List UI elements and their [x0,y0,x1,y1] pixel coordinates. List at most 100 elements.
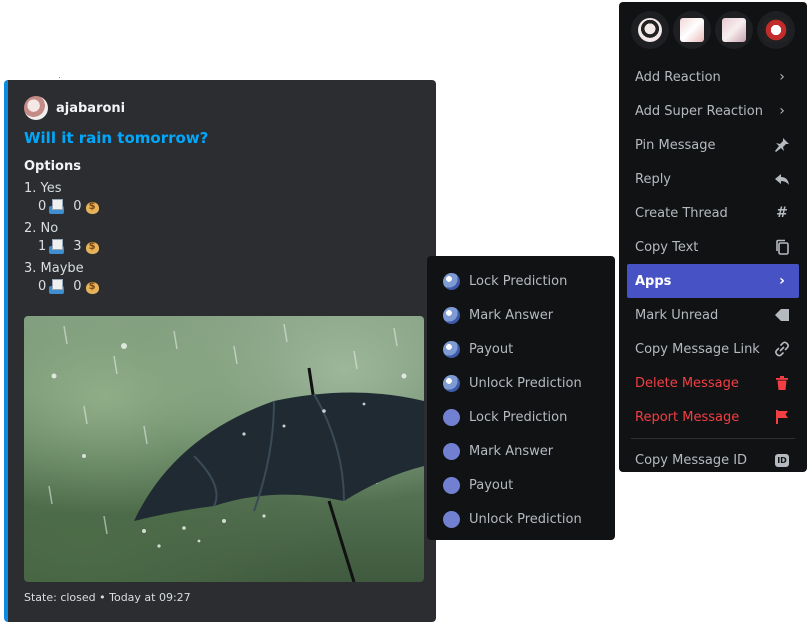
menu-copy-text[interactable]: Copy Text [627,230,799,264]
option-counts: 1 3 [38,238,109,255]
custom-emoji-icon [722,18,746,42]
app-item-label: Unlock Prediction [469,375,582,391]
chevron-right-icon: › [779,103,785,119]
option-counts: 0 0 [38,278,109,295]
menu-item-label: Copy Text [635,239,699,255]
app-item-label: Mark Answer [469,443,554,459]
ballot-box-icon [48,278,65,295]
menu-item-label: Report Message [635,409,740,425]
amount-count: 3 [73,239,82,254]
bot-avatar-icon [443,306,460,324]
option-label: 2. No [24,221,59,236]
option-label: 3. Maybe [24,261,84,276]
menu-reply[interactable]: Reply [627,162,799,196]
app-unlock-prediction[interactable]: Unlock Prediction [435,502,607,536]
mark-unread-icon [773,306,791,324]
menu-item-label: Add Reaction [635,69,721,85]
author-avatar[interactable] [24,96,48,120]
flag-icon [773,408,791,426]
app-unlock-prediction[interactable]: Unlock Prediction [435,366,607,400]
menu-copy-message-link[interactable]: Copy Message Link [627,332,799,366]
quick-reaction-button[interactable] [631,11,669,49]
menu-report-message[interactable]: Report Message [627,400,799,434]
menu-pin-message[interactable]: Pin Message [627,128,799,162]
menu-item-label: Mark Unread [635,307,719,323]
menu-divider [631,438,795,439]
app-item-label: Payout [469,477,514,493]
money-bag-icon [84,198,101,215]
ballot-box-icon [48,238,65,255]
vote-count: 1 [38,239,47,254]
menu-item-label: Add Super Reaction [635,103,763,119]
menu-create-thread[interactable]: Create Thread # [627,196,799,230]
app-payout[interactable]: Payout [435,332,607,366]
menu-mark-unread[interactable]: Mark Unread [627,298,799,332]
chevron-right-icon: › [779,273,785,289]
menu-item-label: Create Thread [635,205,728,221]
prediction-embed: ajabaroni Will it rain tomorrow? Options… [4,80,436,622]
reply-icon [773,170,791,188]
bot-avatar-icon [443,340,460,358]
chevron-right-icon: › [779,69,785,85]
menu-item-label: Copy Message Link [635,341,760,357]
ballot-box-icon [48,198,65,215]
stray-pixel [59,77,60,78]
quick-reaction-button[interactable] [673,11,711,49]
bot-avatar-icon [443,272,460,290]
menu-copy-message-id[interactable]: Copy Message ID ID [627,443,799,477]
app-item-label: Mark Answer [469,307,554,323]
menu-delete-message[interactable]: Delete Message [627,366,799,400]
id-icon: ID [773,451,791,469]
quick-reaction-button[interactable] [715,11,753,49]
blank-avatar-icon [443,408,460,426]
menu-item-label: Copy Message ID [635,452,748,468]
link-icon [773,340,791,358]
menu-item-label: Pin Message [635,137,716,153]
vote-count: 0 [38,279,47,294]
amount-count: 0 [73,279,82,294]
menu-apps[interactable]: Apps › [627,264,799,298]
blank-avatar-icon [443,442,460,460]
menu-item-label: Reply [635,171,672,187]
blank-avatar-icon [443,510,460,528]
options-field-name: Options [24,159,81,174]
umbrella-photo[interactable] [24,316,424,582]
option-label: 1. Yes [24,181,62,196]
menu-item-label: Apps [635,273,672,289]
menu-item-label: Delete Message [635,375,739,391]
menu-add-super-reaction[interactable]: Add Super Reaction › [627,94,799,128]
thread-icon: # [776,205,788,221]
embed-author: ajabaroni [24,96,125,120]
app-item-label: Payout [469,341,514,357]
app-item-label: Unlock Prediction [469,511,582,527]
trash-icon [773,374,791,392]
menu-add-reaction[interactable]: Add Reaction › [627,60,799,94]
custom-emoji-icon [638,18,662,42]
app-mark-answer[interactable]: Mark Answer [435,434,607,468]
copy-icon [773,238,791,256]
embed-footer: State: closed • Today at 09:27 [24,591,191,604]
custom-emoji-icon [764,18,788,42]
app-payout[interactable]: Payout [435,468,607,502]
id-badge: ID [775,453,789,467]
umbrella-illustration [48,323,424,582]
app-item-label: Lock Prediction [469,273,568,289]
app-lock-prediction[interactable]: Lock Prediction [435,400,607,434]
money-bag-icon [84,238,101,255]
quick-reactions [627,8,799,52]
app-mark-answer[interactable]: Mark Answer [435,298,607,332]
pin-icon [773,136,791,154]
apps-submenu: Lock Prediction Mark Answer Payout Unloc… [427,256,615,540]
option-counts: 0 0 [38,198,109,215]
money-bag-icon [84,278,101,295]
message-context-menu: Add Reaction › Add Super Reaction › Pin … [619,2,807,472]
quick-reaction-button[interactable] [757,11,795,49]
author-name[interactable]: ajabaroni [56,101,125,116]
embed-title[interactable]: Will it rain tomorrow? [24,129,208,147]
app-lock-prediction[interactable]: Lock Prediction [435,264,607,298]
bot-avatar-icon [443,374,460,392]
blank-avatar-icon [443,476,460,494]
amount-count: 0 [73,199,82,214]
app-item-label: Lock Prediction [469,409,568,425]
vote-count: 0 [38,199,47,214]
